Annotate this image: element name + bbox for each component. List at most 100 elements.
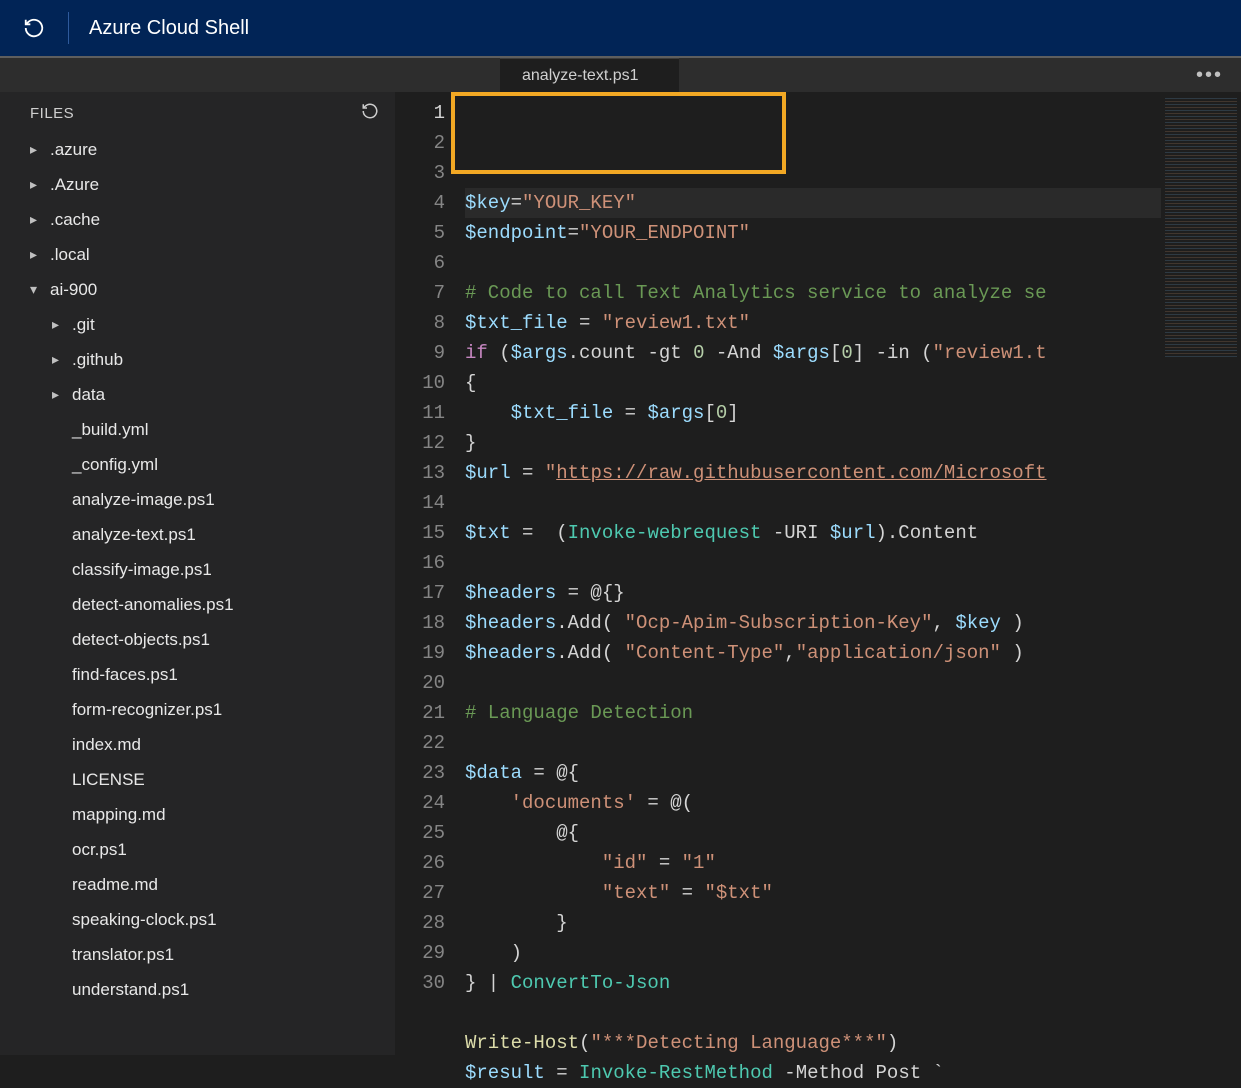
tree-item[interactable]: .azure: [0, 132, 395, 167]
tree-item-label: detect-objects.ps1: [72, 630, 210, 650]
code-line: $txt = (Invoke-webrequest -URI $url).Con…: [465, 518, 1161, 548]
tree-item-label: .git: [72, 315, 95, 335]
tree-item[interactable]: speaking-clock.ps1: [0, 902, 395, 937]
code-line: $headers.Add( "Ocp-Apim-Subscription-Key…: [465, 608, 1161, 638]
tree-item[interactable]: detect-anomalies.ps1: [0, 587, 395, 622]
code-line: {: [465, 368, 1161, 398]
tree-item[interactable]: .git: [0, 307, 395, 342]
tree-item[interactable]: find-faces.ps1: [0, 657, 395, 692]
line-number: 8: [395, 308, 445, 338]
code-line: Write-Host("***Detecting Language***"): [465, 1028, 1161, 1058]
tree-item[interactable]: .github: [0, 342, 395, 377]
tab-active[interactable]: analyze-text.ps1: [500, 58, 679, 92]
editor[interactable]: 1234567891011121314151617181920212223242…: [395, 92, 1241, 1055]
tree-item[interactable]: mapping.md: [0, 797, 395, 832]
tree-item[interactable]: readme.md: [0, 867, 395, 902]
code-line: $data = @{: [465, 758, 1161, 788]
tree-item-label: analyze-text.ps1: [72, 525, 196, 545]
tree-item[interactable]: analyze-image.ps1: [0, 482, 395, 517]
code-line: $endpoint="YOUR_ENDPOINT": [465, 218, 1161, 248]
code-line: [465, 548, 1161, 578]
tree-item-label: mapping.md: [72, 805, 166, 825]
tree-item-label: .cache: [50, 210, 100, 230]
minimap-content: [1165, 98, 1237, 358]
file-tree: .azure.Azure .cache .local ai-900 .git .githu…: [0, 130, 395, 1009]
tree-item[interactable]: index.md: [0, 727, 395, 762]
chevron-icon: [52, 351, 64, 368]
tree-item-label: find-faces.ps1: [72, 665, 178, 685]
line-number: 25: [395, 818, 445, 848]
chevron-icon: [30, 246, 42, 263]
tree-item-label: detect-anomalies.ps1: [72, 595, 234, 615]
tree-item[interactable]: translator.ps1: [0, 937, 395, 972]
tree-item-label: data: [72, 385, 105, 405]
tree-item[interactable]: classify-image.ps1: [0, 552, 395, 587]
code-line: $txt_file = "review1.txt": [465, 308, 1161, 338]
code-line: [465, 998, 1161, 1028]
tree-item[interactable]: analyze-text.ps1: [0, 517, 395, 552]
tree-item[interactable]: .local: [0, 237, 395, 272]
line-gutter: 1234567891011121314151617181920212223242…: [395, 92, 465, 1055]
line-number: 9: [395, 338, 445, 368]
line-number: 22: [395, 728, 445, 758]
tree-item[interactable]: understand.ps1: [0, 972, 395, 1007]
line-number: 6: [395, 248, 445, 278]
chevron-icon: [52, 316, 64, 333]
line-number: 20: [395, 668, 445, 698]
file-explorer: FILES .azure.Azure .cache .local ai-900 .git…: [0, 92, 395, 1055]
more-icon[interactable]: •••: [1196, 58, 1241, 92]
chevron-icon: [52, 386, 64, 403]
minimap[interactable]: [1161, 92, 1241, 1055]
tree-item[interactable]: data: [0, 377, 395, 412]
tree-item[interactable]: form-recognizer.ps1: [0, 692, 395, 727]
tree-item[interactable]: _config.yml: [0, 447, 395, 482]
tree-item-label: LICENSE: [72, 770, 145, 790]
line-number: 10: [395, 368, 445, 398]
line-number: 28: [395, 908, 445, 938]
tree-item[interactable]: detect-objects.ps1: [0, 622, 395, 657]
line-number: 1: [395, 98, 445, 128]
tree-item-label: _build.yml: [72, 420, 149, 440]
line-number: 29: [395, 938, 445, 968]
chevron-icon: [30, 141, 42, 158]
app-title: Azure Cloud Shell: [89, 17, 249, 40]
code-line: "text" = "$txt": [465, 878, 1161, 908]
tree-item-label: ai-900: [50, 280, 97, 300]
line-number: 14: [395, 488, 445, 518]
line-number: 11: [395, 398, 445, 428]
line-number: 16: [395, 548, 445, 578]
refresh-files-icon[interactable]: [361, 102, 379, 124]
line-number: 27: [395, 878, 445, 908]
code-content[interactable]: $key="YOUR_KEY"$endpoint="YOUR_ENDPOINT"…: [465, 92, 1161, 1055]
code-line: $headers.Add( "Content-Type","applicatio…: [465, 638, 1161, 668]
code-line: $key="YOUR_KEY": [465, 188, 1161, 218]
tree-item-label: speaking-clock.ps1: [72, 910, 217, 930]
line-number: 23: [395, 758, 445, 788]
tree-item-label: classify-image.ps1: [72, 560, 212, 580]
code-line: ): [465, 938, 1161, 968]
tree-item[interactable]: .Azure: [0, 167, 395, 202]
line-number: 4: [395, 188, 445, 218]
refresh-icon[interactable]: [20, 14, 48, 42]
tree-item[interactable]: ai-900: [0, 272, 395, 307]
code-line: 'documents' = @(: [465, 788, 1161, 818]
tree-item[interactable]: ocr.ps1: [0, 832, 395, 867]
tree-item[interactable]: .cache: [0, 202, 395, 237]
tree-item[interactable]: _build.yml: [0, 412, 395, 447]
chevron-icon: [30, 176, 42, 193]
tree-item-label: ocr.ps1: [72, 840, 127, 860]
line-number: 18: [395, 608, 445, 638]
code-line: [465, 668, 1161, 698]
tree-item-label: index.md: [72, 735, 141, 755]
tree-item-label: .local: [50, 245, 90, 265]
line-number: 2: [395, 128, 445, 158]
code-line: $result = Invoke-RestMethod -Method Post…: [465, 1058, 1161, 1088]
files-header-label: FILES: [30, 105, 74, 122]
line-number: 12: [395, 428, 445, 458]
code-line: }: [465, 908, 1161, 938]
code-line: "id" = "1": [465, 848, 1161, 878]
line-number: 26: [395, 848, 445, 878]
header-bar: Azure Cloud Shell: [0, 0, 1241, 56]
code-line: $headers = @{}: [465, 578, 1161, 608]
tree-item[interactable]: LICENSE: [0, 762, 395, 797]
